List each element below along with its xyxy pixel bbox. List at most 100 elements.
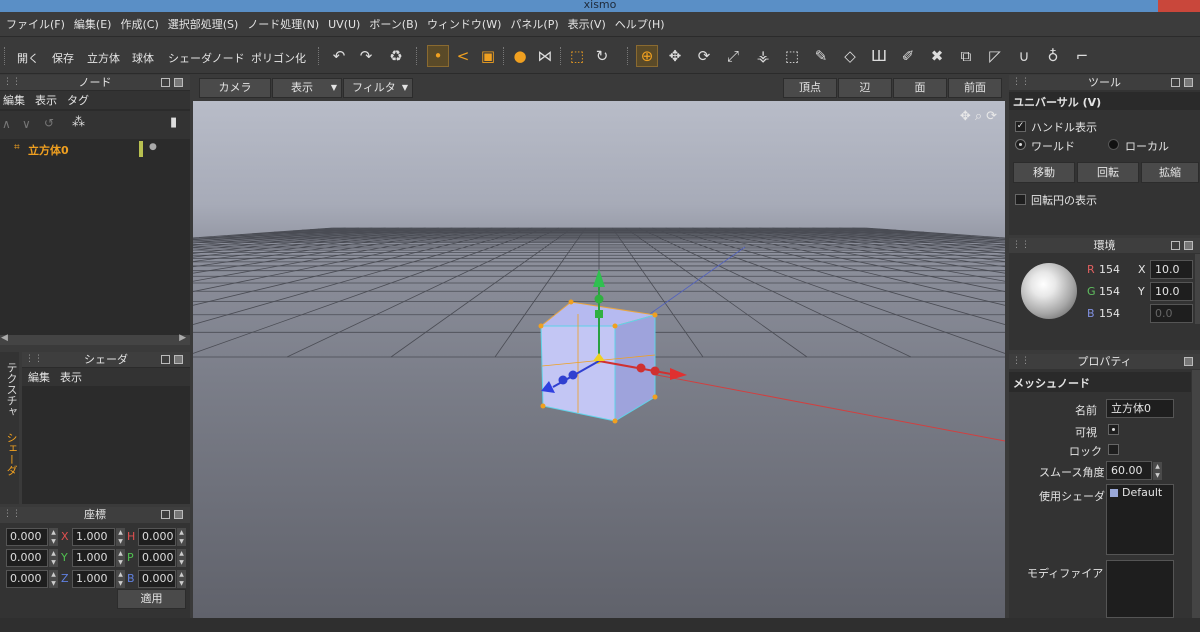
butterfly-icon[interactable]: ⋈: [534, 45, 556, 67]
vertex-select-icon[interactable]: •: [427, 45, 449, 67]
visibility-dot-icon[interactable]: ●: [149, 142, 157, 152]
move-up-icon[interactable]: ∧: [2, 117, 11, 131]
gizmo-x-arrow[interactable]: [670, 368, 687, 380]
rotation-p-field[interactable]: 0.000: [138, 549, 176, 567]
gizmo-x-scale-handle[interactable]: [650, 366, 660, 376]
light-sphere-preview[interactable]: [1021, 263, 1077, 319]
rotation-b-field[interactable]: 0.000: [138, 570, 176, 588]
spin-icon[interactable]: ▲ ▼: [177, 549, 186, 567]
scale-x-field[interactable]: 1.000: [72, 528, 115, 546]
shader-menu-view[interactable]: 表示: [60, 369, 82, 385]
shader-menu-edit[interactable]: 編集: [28, 369, 50, 385]
panel-close-button[interactable]: [174, 78, 183, 87]
lock-checkbox[interactable]: [1108, 444, 1119, 455]
cube-button[interactable]: 立方体: [87, 50, 120, 66]
gizmo-y-rotate-handle[interactable]: [594, 294, 604, 304]
undo-icon[interactable]: ↶: [328, 45, 350, 67]
sphere-button[interactable]: 球体: [132, 50, 154, 66]
shader-list-item[interactable]: Default: [1122, 486, 1162, 499]
trash-icon[interactable]: ▮: [170, 115, 177, 130]
cube-vertex[interactable]: [652, 312, 658, 318]
pivot-icon[interactable]: ⚶: [752, 45, 774, 67]
modifier-list[interactable]: [1106, 560, 1174, 618]
panel-close-button[interactable]: [1184, 78, 1193, 87]
redo-icon[interactable]: ↷: [355, 45, 377, 67]
tab-shader[interactable]: シェーダ: [0, 432, 19, 476]
cube-vertex[interactable]: [612, 323, 618, 329]
minimize-button[interactable]: [1106, 0, 1132, 12]
node-menu-edit[interactable]: 編集: [3, 92, 25, 108]
menu-edit[interactable]: 編集(E): [71, 16, 118, 32]
move-button[interactable]: 移動: [1013, 162, 1075, 183]
eraser-icon[interactable]: ◇: [839, 45, 861, 67]
spin-icon[interactable]: ▲ ▼: [49, 549, 58, 567]
local-radio[interactable]: [1108, 139, 1119, 150]
panel-close-button[interactable]: [1184, 241, 1193, 250]
menu-help[interactable]: ヘルプ(H): [612, 16, 671, 32]
panel-float-button[interactable]: [1171, 78, 1180, 87]
extrude-icon[interactable]: ⧉: [955, 45, 977, 67]
scale-z-field[interactable]: 1.000: [72, 570, 115, 588]
spin-icon[interactable]: ▲ ▼: [116, 570, 125, 588]
display-dropdown[interactable]: 表示 ▼: [272, 78, 342, 98]
menu-panel[interactable]: パネル(P): [507, 16, 564, 32]
magnet-icon[interactable]: ∪: [1013, 45, 1035, 67]
gizmo-x-rotate-handle[interactable]: [636, 363, 646, 373]
vertex-mode-button[interactable]: 頂点: [783, 78, 837, 98]
panel-close-button[interactable]: [174, 510, 183, 519]
weld-icon[interactable]: ✖: [926, 45, 948, 67]
panel-float-button[interactable]: [161, 510, 170, 519]
gizmo-z-rotate-handle[interactable]: [558, 375, 568, 385]
panel-float-button[interactable]: [161, 78, 170, 87]
world-radio[interactable]: [1015, 139, 1026, 150]
spin-icon[interactable]: ▲ ▼: [177, 570, 186, 588]
spin-icon[interactable]: ▲ ▼: [116, 549, 125, 567]
gizmo-y-arrow[interactable]: [593, 269, 605, 287]
apply-button[interactable]: 適用: [117, 589, 186, 609]
panel-float-button[interactable]: [1171, 241, 1180, 250]
cube-vertex[interactable]: [652, 394, 658, 400]
tab-texture[interactable]: テクスチャ: [0, 362, 19, 417]
cube-vertex[interactable]: [538, 323, 544, 329]
menu-view[interactable]: 表示(V): [565, 16, 612, 32]
panel-close-button[interactable]: [1184, 357, 1193, 366]
edge-select-icon[interactable]: <: [452, 45, 474, 67]
name-field[interactable]: 立方体0: [1106, 399, 1174, 418]
rotation-h-field[interactable]: 0.000: [138, 528, 176, 546]
shader-node-button[interactable]: シェーダノード: [168, 50, 245, 66]
move-tool-icon[interactable]: ✥: [664, 45, 686, 67]
face-mode-button[interactable]: 面: [893, 78, 947, 98]
menu-bone[interactable]: ボーン(B): [366, 16, 424, 32]
open-button[interactable]: 開く: [17, 50, 39, 66]
gizmo-z-scale-handle[interactable]: [568, 370, 578, 380]
spin-icon[interactable]: ▲ ▼: [116, 528, 125, 546]
group-icon[interactable]: ⁂: [72, 115, 85, 130]
panel-close-button[interactable]: [174, 355, 183, 364]
menu-file[interactable]: ファイル(F): [3, 16, 71, 32]
show-handle-checkbox[interactable]: ✓: [1015, 121, 1026, 132]
polygonize-button[interactable]: ポリゴン化: [251, 50, 306, 66]
light-y-field[interactable]: 10.0: [1150, 282, 1193, 301]
lasso-icon[interactable]: ↻: [591, 45, 613, 67]
rotation-circle-checkbox[interactable]: [1015, 194, 1026, 205]
scale-tool-icon[interactable]: ⤢: [722, 45, 744, 67]
move-down-icon[interactable]: ∨: [22, 117, 31, 131]
menu-selection[interactable]: 選択部処理(S): [165, 16, 245, 32]
knife-icon[interactable]: Ш: [868, 45, 890, 67]
rotate-button[interactable]: 回転: [1077, 162, 1139, 183]
menu-create[interactable]: 作成(C): [117, 16, 164, 32]
position-y-field[interactable]: 0.000: [6, 549, 48, 567]
gizmo-y-scale-handle[interactable]: [595, 310, 603, 318]
box-select-icon[interactable]: ⬚: [781, 45, 803, 67]
menu-window[interactable]: ウィンドウ(W): [424, 16, 507, 32]
menu-node[interactable]: ノード処理(N): [244, 16, 325, 32]
3d-viewport[interactable]: ✥ ⌕ ⟳: [193, 101, 1005, 618]
cube-vertex[interactable]: [612, 418, 618, 424]
close-window-button[interactable]: [1158, 0, 1200, 12]
node-panel-scrollbar[interactable]: ◀ ▶: [0, 333, 190, 345]
cube-vertex[interactable]: [540, 403, 546, 409]
brush-icon[interactable]: ✐: [897, 45, 919, 67]
light-x-field[interactable]: 10.0: [1150, 260, 1193, 279]
cube-vertex[interactable]: [568, 299, 574, 305]
zoom-icon[interactable]: ⌕: [975, 109, 982, 124]
